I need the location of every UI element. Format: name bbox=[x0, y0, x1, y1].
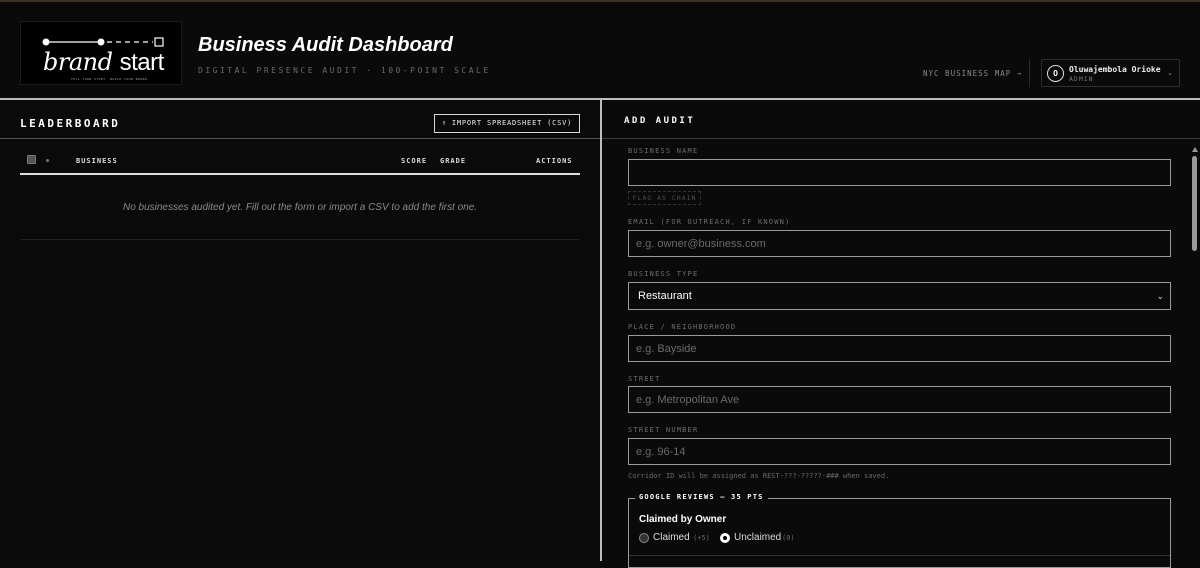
business-name-input[interactable] bbox=[628, 159, 1171, 186]
select-all-checkbox[interactable] bbox=[27, 155, 36, 164]
claimed-points: (+5) bbox=[693, 534, 710, 542]
add-audit-rule bbox=[602, 138, 1200, 139]
business-type-select[interactable]: Restaurant ⌄ bbox=[628, 282, 1171, 310]
leaderboard-rule bbox=[0, 138, 600, 139]
google-reviews-legend: GOOGLE REVIEWS — 35 PTS bbox=[635, 493, 768, 501]
table-header-rule bbox=[20, 173, 580, 175]
email-field[interactable] bbox=[628, 230, 1171, 257]
add-audit-title: ADD AUDIT bbox=[624, 116, 696, 126]
logo-wordmark: brand start bbox=[43, 48, 164, 77]
page-subtitle: DIGITAL PRESENCE AUDIT · 100-POINT SCALE bbox=[198, 66, 491, 75]
column-header-grade[interactable]: GRADE bbox=[440, 157, 466, 165]
status-dot-icon bbox=[46, 159, 49, 162]
claimed-radio-label[interactable]: Claimed bbox=[653, 532, 690, 543]
app-header: brand start TELL YOUR STORY. BUILD YOUR … bbox=[0, 2, 1200, 98]
google-reviews-fieldset bbox=[628, 498, 1171, 568]
page-title: Business Audit Dashboard bbox=[198, 34, 453, 56]
user-name: Oluwajembola Orioke bbox=[1069, 65, 1161, 74]
scroll-up-arrow-icon[interactable] bbox=[1192, 147, 1198, 152]
user-menu[interactable]: O Oluwajembola Orioke ADMIN ⌄ bbox=[1041, 59, 1180, 87]
business-type-label: BUSINESS TYPE bbox=[628, 270, 699, 278]
business-type-value: Restaurant bbox=[638, 290, 692, 302]
chevron-down-icon: ⌄ bbox=[1156, 291, 1164, 301]
chevron-down-icon: ⌄ bbox=[1167, 70, 1173, 77]
logo-tagline: TELL YOUR STORY. BUILD YOUR BRAND. bbox=[71, 77, 150, 81]
column-header-business[interactable]: BUSINESS bbox=[76, 157, 118, 165]
unclaimed-points: (0) bbox=[782, 534, 795, 542]
user-role: ADMIN bbox=[1069, 75, 1094, 83]
import-csv-button[interactable]: ↑ IMPORT SPREADSHEET (CSV) bbox=[434, 114, 580, 133]
brand-logo[interactable]: brand start TELL YOUR STORY. BUILD YOUR … bbox=[20, 21, 182, 85]
leaderboard-title: LEADERBOARD bbox=[20, 117, 121, 130]
column-header-score[interactable]: SCORE bbox=[401, 157, 427, 165]
add-audit-panel: ADD AUDIT BUSINESS NAME FLAG AS CHAIN EM… bbox=[602, 100, 1200, 568]
street-number-label: STREET NUMBER bbox=[628, 426, 699, 434]
fieldset-inner-rule bbox=[629, 555, 1170, 556]
claimed-by-owner-label: Claimed by Owner bbox=[639, 514, 727, 525]
corridor-id-hint: Corridor ID will be assigned as REST-???… bbox=[628, 472, 890, 480]
empty-state-message: No businesses audited yet. Fill out the … bbox=[122, 202, 478, 213]
street-number-input[interactable] bbox=[628, 438, 1171, 465]
email-label: EMAIL (FOR OUTREACH, IF KNOWN) bbox=[628, 218, 791, 226]
scrollbar-thumb[interactable] bbox=[1192, 156, 1197, 251]
place-label: PLACE / NEIGHBORHOOD bbox=[628, 323, 737, 331]
avatar: O bbox=[1047, 65, 1064, 82]
column-header-actions: ACTIONS bbox=[536, 157, 573, 165]
logo-word-italic: brand bbox=[43, 48, 113, 76]
header-divider bbox=[1029, 59, 1030, 87]
unclaimed-radio-label[interactable]: Unclaimed bbox=[734, 532, 781, 543]
claimed-radio[interactable] bbox=[639, 533, 649, 543]
business-name-label: BUSINESS NAME bbox=[628, 147, 699, 155]
place-input[interactable] bbox=[628, 335, 1171, 362]
logo-word-plain: start bbox=[119, 49, 165, 76]
street-input[interactable] bbox=[628, 386, 1171, 413]
unclaimed-radio[interactable] bbox=[720, 533, 730, 543]
flag-as-chain-button[interactable]: FLAG AS CHAIN bbox=[628, 191, 701, 205]
table-bottom-rule bbox=[20, 239, 580, 240]
leaderboard-panel: LEADERBOARD ↑ IMPORT SPREADSHEET (CSV) B… bbox=[0, 100, 600, 561]
nyc-business-map-link[interactable]: NYC BUSINESS MAP → bbox=[923, 69, 1022, 78]
street-label: STREET bbox=[628, 375, 661, 383]
